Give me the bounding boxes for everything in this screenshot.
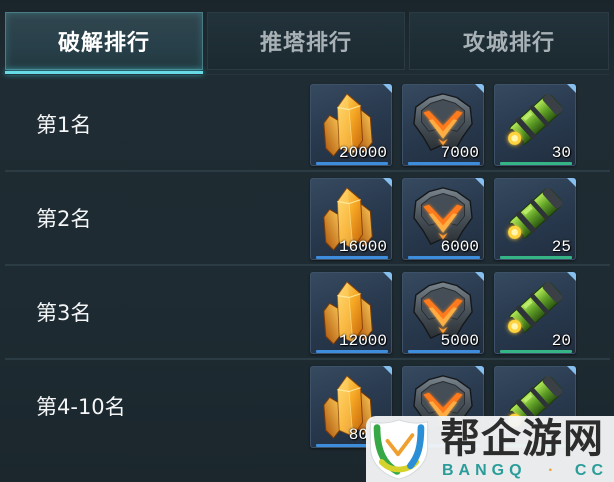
reward-count: 6000 (440, 238, 479, 256)
reward-slot-cannon[interactable]: 20 (494, 272, 576, 354)
reward-count: 16000 (338, 238, 387, 256)
rarity-bar (500, 350, 572, 353)
tab-bar-divider (5, 74, 609, 75)
reward-count: 7000 (440, 144, 479, 162)
reward-slot-crystal[interactable]: 16000 (310, 178, 392, 260)
tab-label: 破解排行 (57, 31, 150, 56)
slot-corner-mark (567, 84, 576, 93)
slot-corner-mark (475, 178, 484, 187)
slot-corner-mark (383, 366, 392, 375)
shield-logo-icon (369, 419, 429, 480)
reward-count: 20 (551, 332, 571, 350)
tab-tower-push-ranking[interactable]: 推塔排行 (207, 12, 405, 70)
slot-corner-mark (383, 84, 392, 93)
rank-label: 第1名 (36, 113, 92, 137)
rank-label: 第2名 (36, 207, 92, 231)
reward-slot-crystal[interactable]: 20000 (310, 84, 392, 166)
reward-slot-cannon[interactable]: 25 (494, 178, 576, 260)
slot-corner-mark (475, 272, 484, 281)
reward-count: 5000 (440, 332, 479, 350)
rarity-bar (500, 162, 572, 165)
slot-corner-mark (383, 272, 392, 281)
rarity-bar (408, 256, 480, 259)
rarity-bar (408, 162, 480, 165)
mask-icon (410, 186, 476, 246)
tab-label: 攻城排行 (462, 31, 555, 56)
slot-corner-mark (475, 84, 484, 93)
rank-row: 第3名 12000 5000 20 (0, 266, 614, 360)
tab-siege-ranking[interactable]: 攻城排行 (409, 12, 609, 70)
mask-icon (410, 280, 476, 340)
reward-count: 25 (551, 238, 571, 256)
reward-slot-cannon[interactable]: 30 (494, 84, 576, 166)
slot-corner-mark (567, 178, 576, 187)
site-watermark: 帮企游网 BANGQ · CC (366, 416, 614, 482)
mask-icon (410, 92, 476, 152)
rarity-bar (408, 350, 480, 353)
rarity-bar (316, 162, 388, 165)
tab-label: 推塔排行 (259, 31, 352, 56)
rank-label: 第4-10名 (36, 395, 126, 419)
watermark-domain-dot: · (548, 462, 554, 479)
tab-crack-ranking[interactable]: 破解排行 (5, 12, 203, 70)
watermark-domain: BANGQ · CC (442, 462, 608, 480)
rarity-bar (500, 256, 572, 259)
rarity-bar (316, 256, 388, 259)
rank-row: 第1名 20000 7000 30 (0, 78, 614, 172)
slot-corner-mark (475, 366, 484, 375)
reward-slot-mask[interactable]: 5000 (402, 272, 484, 354)
reward-count: 12000 (338, 332, 387, 350)
reward-count: 20000 (338, 144, 387, 162)
rank-label: 第3名 (36, 301, 92, 325)
slot-corner-mark (383, 178, 392, 187)
reward-slot-crystal[interactable]: 12000 (310, 272, 392, 354)
slot-corner-mark (567, 366, 576, 375)
rarity-bar (316, 350, 388, 353)
rank-row: 第2名 16000 6000 25 (0, 172, 614, 266)
reward-count: 30 (551, 144, 571, 162)
reward-slot-mask[interactable]: 7000 (402, 84, 484, 166)
watermark-domain-left: BANGQ (442, 462, 527, 479)
watermark-domain-right: CC (574, 462, 608, 479)
slot-corner-mark (567, 272, 576, 281)
reward-slot-mask[interactable]: 6000 (402, 178, 484, 260)
watermark-title: 帮企游网 (440, 416, 604, 462)
